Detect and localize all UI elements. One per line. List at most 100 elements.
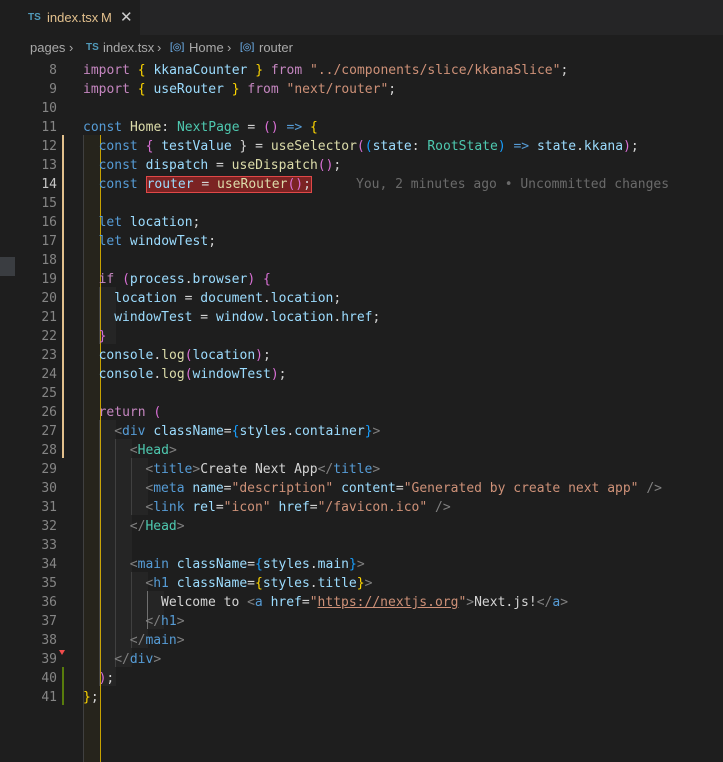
code-line[interactable]: 35 <h1 className={styles.title}> [0, 574, 723, 593]
line-number: 8 [49, 63, 57, 78]
symbol-variable-icon: [◎] [240, 42, 255, 53]
code-text: let windowTest; [98, 234, 217, 249]
code-line[interactable]: 32 </Head> [0, 517, 723, 536]
code-line[interactable]: 37 </h1> [0, 612, 723, 631]
symbol-variable-icon: [◎] [170, 42, 185, 53]
code-line[interactable]: 17 let windowTest; [0, 232, 723, 251]
code-text: return ( [98, 405, 162, 420]
code-line[interactable]: 20 location = document.location; [0, 289, 723, 308]
breadcrumb-file[interactable]: index.tsx [103, 40, 154, 55]
chevron-right-icon: › [69, 40, 74, 55]
code-line[interactable]: 38 </main> [0, 631, 723, 650]
line-number: 10 [41, 101, 57, 116]
line-number: 27 [41, 424, 57, 439]
code-text: const dispatch = useDispatch(); [98, 158, 342, 173]
code-text: </main> [129, 633, 185, 648]
code-text: }; [83, 690, 99, 705]
tab-filename: index.tsx [47, 10, 99, 25]
code-line[interactable]: 12 const { testValue } = useSelector((sta… [0, 137, 723, 156]
code-line[interactable]: 21 windowTest = window.location.href; [0, 308, 723, 327]
line-number: 15 [41, 196, 57, 211]
code-line[interactable]: 27 <div className={styles.container}> [0, 422, 723, 441]
line-number: 37 [41, 614, 57, 629]
code-line[interactable]: 31 <link rel="icon" href="/favicon.ico" /… [0, 498, 723, 517]
code-text: let location; [98, 215, 201, 230]
code-line[interactable]: 25 [0, 384, 723, 403]
code-line[interactable]: 29 <title>Create Next App</title> [0, 460, 723, 479]
code-line[interactable]: 11 const Home: NextPage = () => { [0, 118, 723, 137]
line-number: 24 [41, 367, 57, 382]
code-line[interactable]: 13 const dispatch = useDispatch(); [0, 156, 723, 175]
code-line[interactable]: 16 let location; [0, 213, 723, 232]
code-line[interactable]: 9 import { useRouter } from "next/router"… [0, 80, 723, 99]
close-icon[interactable]: ✕ [120, 8, 133, 26]
chevron-right-icon: › [157, 40, 162, 55]
line-number: 11 [41, 120, 57, 135]
code-text: import { useRouter } from "next/router"; [83, 82, 397, 97]
code-text: <link rel="icon" href="/favicon.ico" /> [145, 500, 451, 515]
git-blame-annotation: You, 2 minutes ago • Uncommitted changes [356, 177, 670, 192]
code-line[interactable]: 40); [0, 669, 723, 688]
code-text: </Head> [129, 519, 185, 534]
line-number: 41 [41, 690, 57, 705]
code-text: windowTest = window.location.href; [114, 310, 381, 325]
code-text: <title>Create Next App</title> [145, 462, 381, 477]
line-number: 35 [41, 576, 57, 591]
code-line[interactable]: 34 <main className={styles.main}> [0, 555, 723, 574]
breadcrumb-symbol-router[interactable]: router [259, 40, 293, 55]
line-number: 12 [41, 139, 57, 154]
line-number: 34 [41, 557, 57, 572]
code-text: location = document.location; [114, 291, 342, 306]
code-text: console.log(windowTest); [98, 367, 287, 382]
typescript-icon: TS [28, 12, 41, 23]
line-number: 22 [41, 329, 57, 344]
line-number: 17 [41, 234, 57, 249]
line-number: 29 [41, 462, 57, 477]
line-number: 25 [41, 386, 57, 401]
code-text: <main className={styles.main}> [129, 557, 365, 572]
code-line[interactable]: 39 </div> [0, 650, 723, 669]
selection-highlight: router = useRouter(); [145, 176, 312, 193]
tab-bar: TS index.tsx M ✕ [0, 0, 723, 35]
code-text: const { testValue } = useSelector((state… [98, 139, 639, 154]
line-number: 14 [41, 177, 57, 192]
code-line[interactable]: 19 if (process.browser) { [0, 270, 723, 289]
code-line[interactable]: 41}; [0, 688, 723, 707]
code-line[interactable]: 8 import { kkanaCounter } from "../compon… [0, 61, 723, 80]
breadcrumb: pages › TS index.tsx › [◎] Home › [◎] ro… [0, 37, 723, 59]
code-text: const router = useRouter(); [98, 176, 312, 193]
breadcrumb-pages[interactable]: pages [30, 40, 65, 55]
breadcrumb-symbol-home[interactable]: Home [189, 40, 224, 55]
code-line[interactable]: 30 <meta name="description" content="Gene… [0, 479, 723, 498]
line-number: 23 [41, 348, 57, 363]
tab-index-tsx[interactable]: TS index.tsx M ✕ [0, 0, 140, 35]
typescript-icon: TS [86, 42, 99, 53]
code-line[interactable]: 28 <Head> [0, 441, 723, 460]
code-text: if (process.browser) { [98, 272, 271, 287]
code-line[interactable]: 33 [0, 536, 723, 555]
code-line[interactable]: 36 Welcome to <a href="https://nextjs.org… [0, 593, 723, 612]
line-number: 19 [41, 272, 57, 287]
line-number: 36 [41, 595, 57, 610]
modified-indicator: M [101, 10, 112, 25]
code-line[interactable]: 15 [0, 194, 723, 213]
code-text: <Head> [129, 443, 177, 458]
code-line[interactable]: 24 console.log(windowTest); [0, 365, 723, 384]
line-number: 20 [41, 291, 57, 306]
code-line[interactable]: 26 return ( [0, 403, 723, 422]
line-number: 21 [41, 310, 57, 325]
code-line[interactable]: 10 [0, 99, 723, 118]
line-number: 16 [41, 215, 57, 230]
code-text: <h1 className={styles.title}> [145, 576, 373, 591]
code-text: <div className={styles.container}> [114, 424, 381, 439]
code-line[interactable]: 23 console.log(location); [0, 346, 723, 365]
line-number: 30 [41, 481, 57, 496]
code-line[interactable]: 22} [0, 327, 723, 346]
line-number: 38 [41, 633, 57, 648]
line-number: 26 [41, 405, 57, 420]
code-line[interactable]: 14 const router = useRouter(); You, 2 minu… [0, 175, 723, 194]
chevron-right-icon: › [227, 40, 232, 55]
code-line[interactable]: 18 [0, 251, 723, 270]
code-editor[interactable]: 8 import { kkanaCounter } from "../compon… [0, 59, 723, 762]
line-number: 9 [49, 82, 57, 97]
